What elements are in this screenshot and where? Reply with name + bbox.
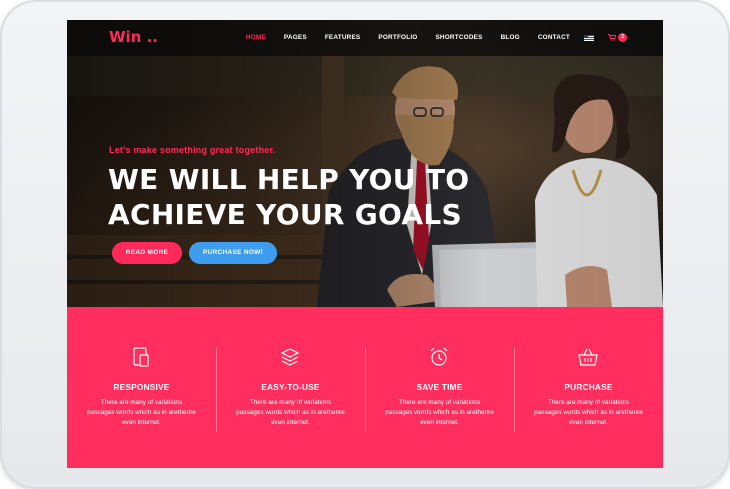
feature-description: There are many of variations passages wo… [385, 399, 494, 426]
feature-purchase: PURCHASE There are many of variations pa… [514, 307, 663, 468]
cart-icon [608, 34, 616, 41]
hero-section: Win .. HOME PAGES FEATURES PORTFOLIO SHO… [67, 20, 663, 307]
basket-icon [578, 348, 598, 366]
cart-count-badge: 2 [618, 33, 627, 42]
read-more-button[interactable]: READ MORE [112, 242, 182, 264]
website-screen: Win .. HOME PAGES FEATURES PORTFOLIO SHO… [67, 20, 663, 468]
nav-item-shortcodes[interactable]: SHORTCODES [435, 34, 482, 41]
feature-title: RESPONSIVE [113, 382, 170, 392]
feature-description: There are many of variations passages wo… [236, 399, 345, 426]
hero-headline: WE WILL HELP YOU TO ACHIEVE YOUR GOALS [108, 162, 469, 232]
nav-item-blog[interactable]: BLOG [501, 34, 520, 41]
feature-title: EASY-TO-USE [261, 382, 320, 392]
nav-menu: HOME PAGES FEATURES PORTFOLIO SHORTCODES… [228, 33, 627, 42]
nav-item-features[interactable]: FEATURES [325, 34, 361, 41]
feature-save-time: SAVE TIME There are many of variations p… [365, 307, 514, 468]
feature-title: PURCHASE [564, 382, 613, 392]
main-navbar: Win .. HOME PAGES FEATURES PORTFOLIO SHO… [67, 20, 663, 56]
features-section: RESPONSIVE There are many of variations … [67, 307, 663, 468]
purchase-now-button[interactable]: PURCHASE NOW! [189, 242, 277, 264]
headline-line-2: ACHIEVE YOUR GOALS [108, 198, 462, 231]
language-flag-icon[interactable] [584, 34, 594, 41]
feature-responsive: RESPONSIVE There are many of variations … [67, 307, 216, 468]
tablet-frame: Win .. HOME PAGES FEATURES PORTFOLIO SHO… [0, 0, 730, 489]
devices-icon [133, 347, 149, 367]
alarm-clock-icon [430, 347, 448, 366]
headline-line-1: WE WILL HELP YOU TO [108, 163, 470, 196]
feature-title: SAVE TIME [416, 382, 463, 392]
cart-button[interactable]: 2 [608, 33, 627, 42]
layers-icon [280, 348, 300, 366]
nav-item-pages[interactable]: PAGES [284, 34, 307, 41]
nav-item-home[interactable]: HOME [246, 34, 266, 41]
hero-tagline: Let's make something great together. [109, 145, 276, 155]
nav-item-contact[interactable]: CONTACT [538, 34, 570, 41]
feature-easy-to-use: EASY-TO-USE There are many of variations… [216, 307, 365, 468]
site-logo[interactable]: Win .. [109, 28, 158, 46]
feature-description: There are many of variations passages wo… [534, 399, 643, 426]
nav-item-portfolio[interactable]: PORTFOLIO [378, 34, 417, 41]
feature-description: There are many of variations passages wo… [87, 399, 196, 426]
